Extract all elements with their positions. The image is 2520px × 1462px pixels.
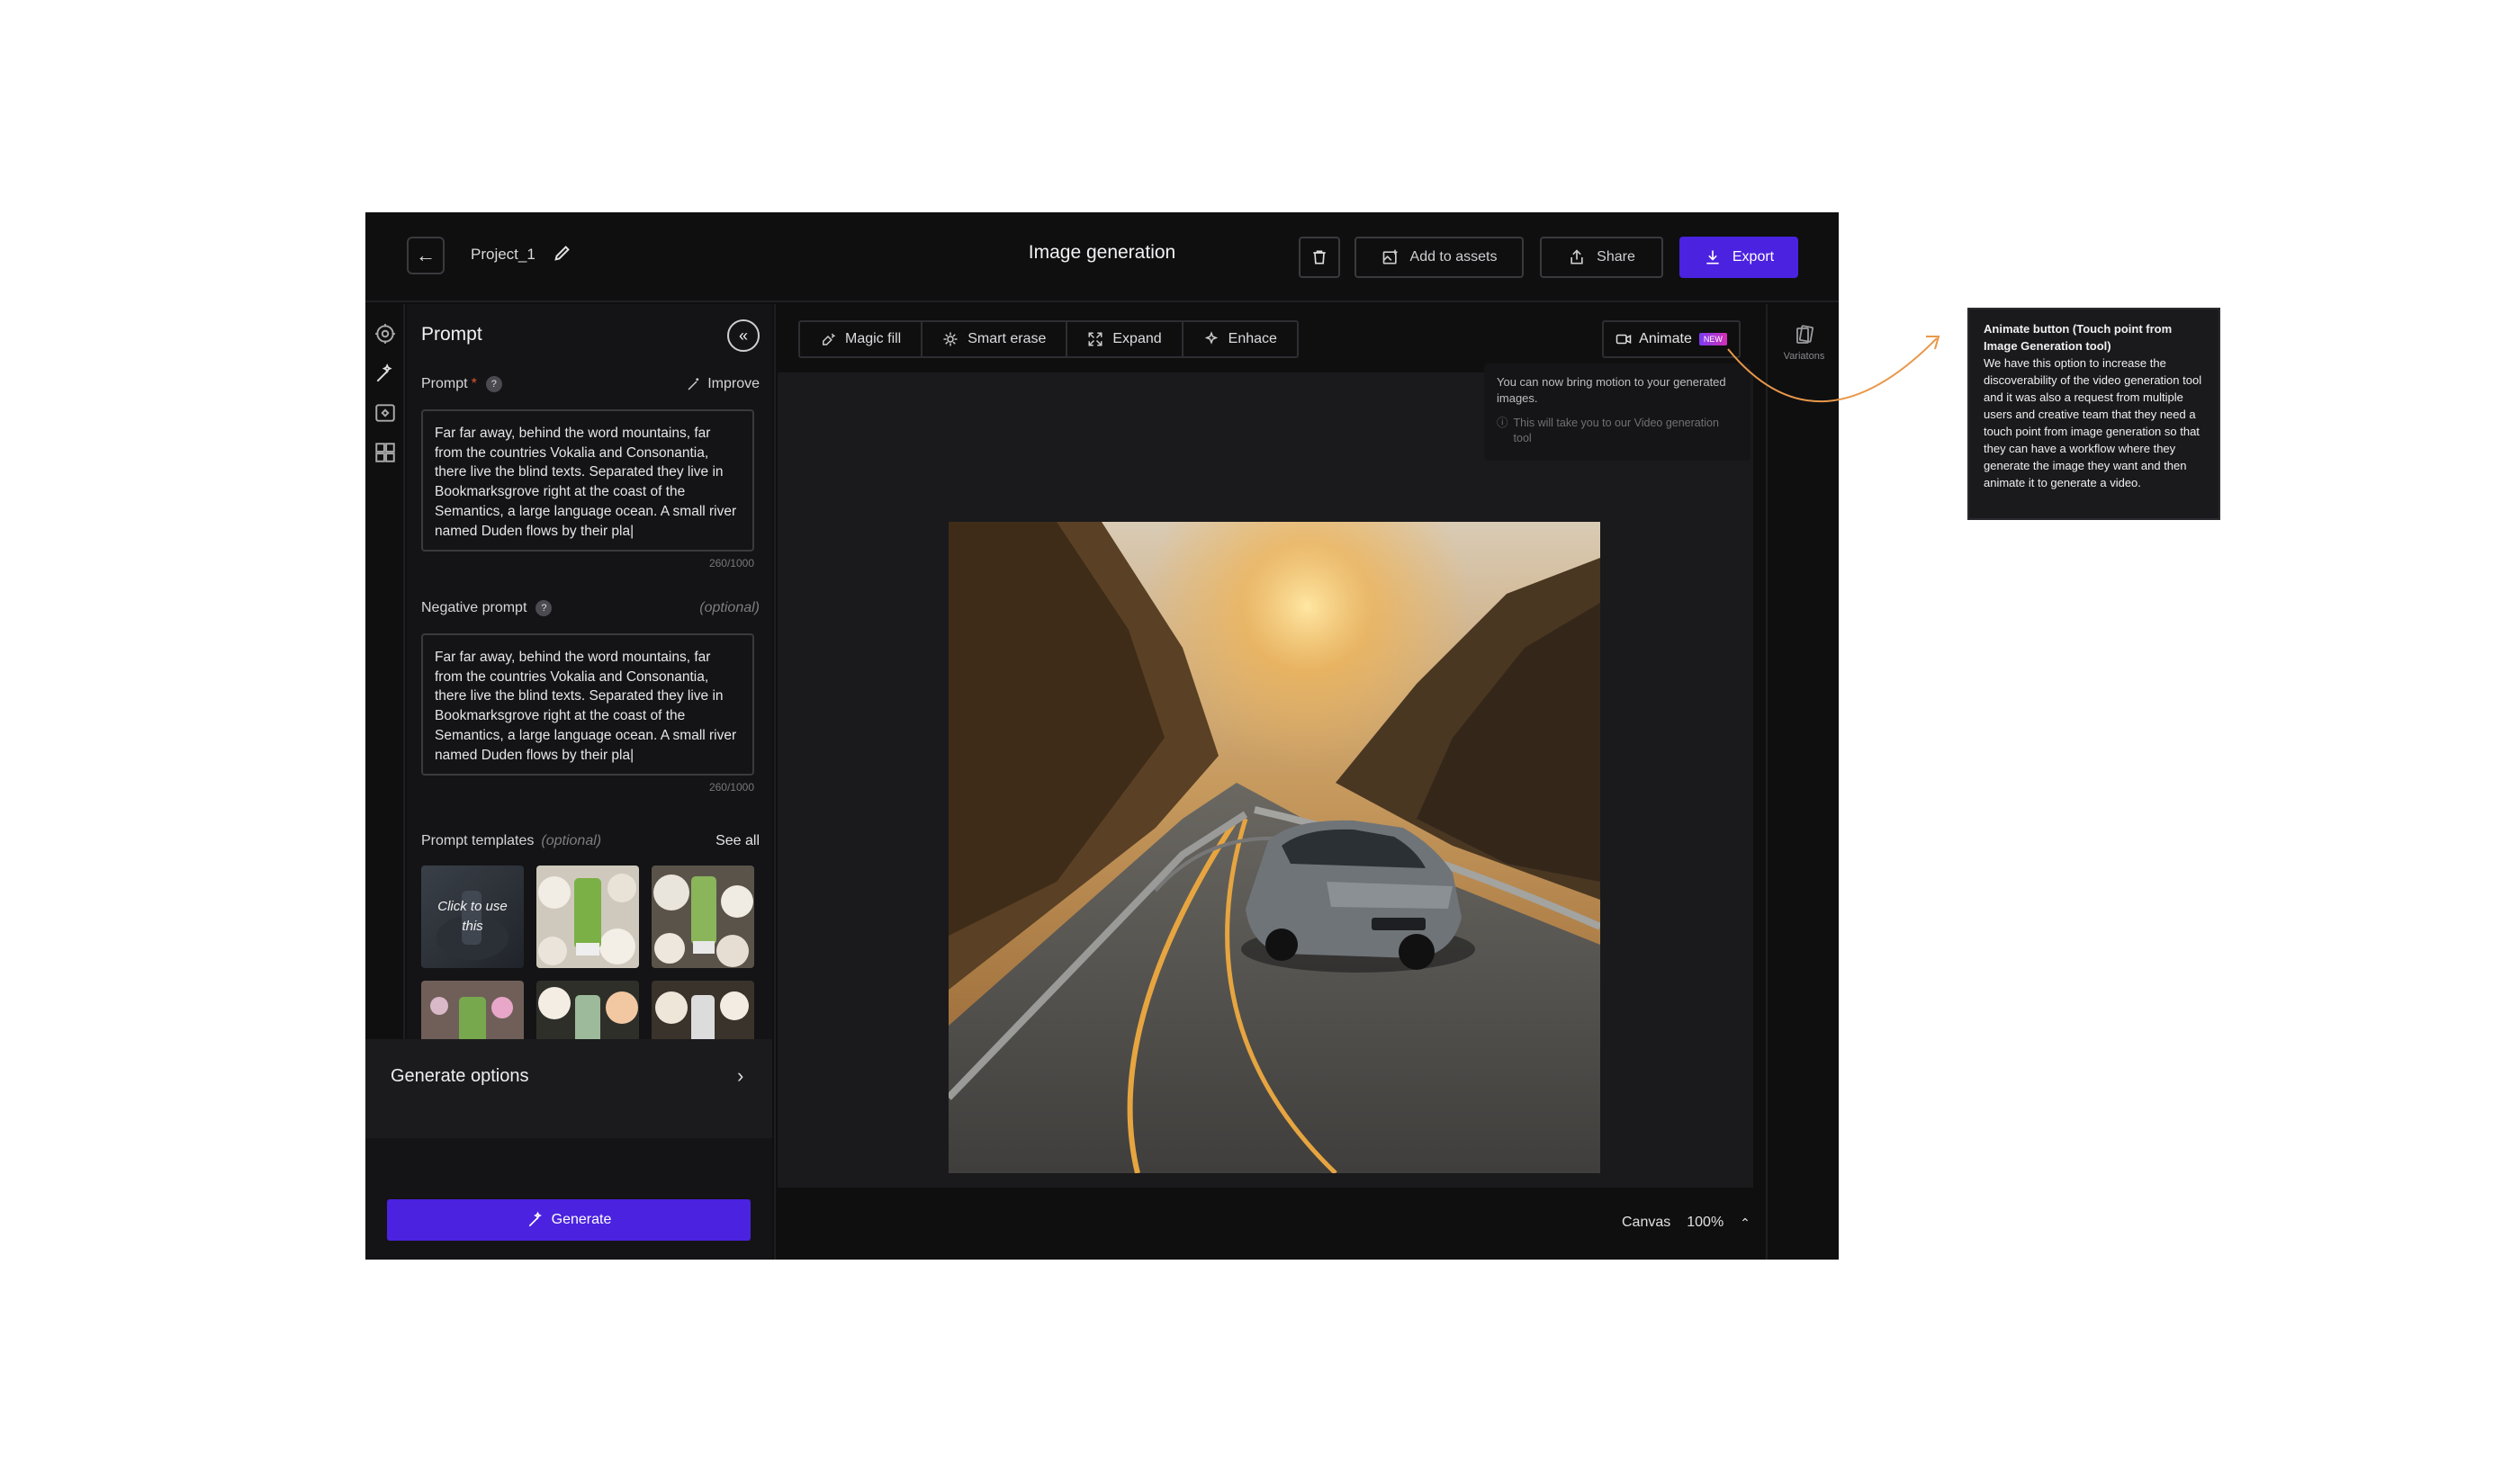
generated-image[interactable] [949, 522, 1600, 1173]
magic-fill-button[interactable]: Magic fill [800, 322, 923, 356]
negative-prompt-char-counter: 260/1000 [708, 781, 754, 794]
image-frame-icon[interactable] [374, 401, 397, 425]
download-icon [1706, 250, 1719, 265]
zoom-control[interactable]: Canvas 100% ⌃ [1622, 1215, 1750, 1231]
project-name[interactable]: Project_1 [471, 246, 536, 264]
prompt-label: Prompt [421, 376, 468, 391]
help-icon[interactable]: ? [536, 600, 553, 616]
settings-icon[interactable] [374, 322, 397, 345]
improve-label: Improve [707, 376, 760, 391]
export-label: Export [1732, 249, 1775, 265]
magic-wand-icon[interactable] [374, 362, 397, 385]
prompt-char-counter: 260/1000 [708, 557, 754, 570]
improve-button[interactable]: Improve [686, 376, 760, 392]
grid-icon[interactable] [374, 441, 397, 464]
enhance-icon [1204, 331, 1218, 345]
share-button[interactable]: Share [1540, 237, 1663, 278]
annotation-arrow [1727, 336, 1940, 402]
canvas-area: Magic fill Smart erase Expand Enhace You… [774, 304, 1753, 1260]
help-icon[interactable]: ? [485, 376, 502, 392]
prompt-label-row: Prompt * ? Improve [421, 376, 760, 392]
collapse-panel-button[interactable]: « [727, 319, 760, 352]
tooltip-sub-row: ⓘ This will take you to our Video genera… [1497, 416, 1738, 446]
share-label: Share [1597, 249, 1635, 265]
smart-erase-icon [943, 332, 958, 346]
canvas-footer: Canvas 100% ⌃ [776, 1188, 1753, 1260]
expand-button[interactable]: Expand [1067, 322, 1184, 356]
templates-optional-label: (optional) [541, 833, 602, 848]
video-icon [1616, 334, 1632, 345]
add-to-assets-button[interactable]: Add to assets [1354, 237, 1524, 278]
enhance-label: Enhace [1228, 331, 1277, 346]
right-rail: Variatons [1766, 304, 1839, 1260]
canvas-label: Canvas [1622, 1215, 1671, 1230]
tooltip-main-text: You can now bring motion to your generat… [1497, 375, 1726, 405]
expand-label: Expand [1112, 331, 1162, 346]
prompt-input[interactable]: Far far away, behind the word mountains,… [421, 409, 754, 552]
app-window: ← Project_1 Image generation Add to asse… [365, 212, 1839, 1260]
magic-wand-icon [528, 1211, 542, 1227]
edit-toolbar: Magic fill Smart erase Expand Enhace [798, 320, 1299, 358]
smart-erase-button[interactable]: Smart erase [922, 322, 1068, 356]
tooltip-sub-text: This will take you to our Video generati… [1513, 417, 1719, 444]
add-image-icon [1382, 249, 1398, 265]
zoom-value: 100% [1687, 1215, 1724, 1230]
smart-erase-label: Smart erase [968, 331, 1047, 346]
generate-button[interactable]: Generate [387, 1199, 751, 1241]
generate-label: Generate [551, 1212, 612, 1227]
negative-prompt-input[interactable]: Far far away, behind the word mountains,… [421, 633, 754, 776]
info-icon: ⓘ [1497, 417, 1508, 429]
export-button[interactable]: Export [1679, 237, 1798, 278]
annotation-body: We have this option to increase the disc… [1984, 356, 2202, 489]
chevron-right-icon: › [737, 1064, 744, 1087]
annotation-note: Animate button (Touch point from Image G… [1967, 308, 2220, 520]
prompt-templates-header: Prompt templates (optional) See all [421, 833, 760, 849]
panel-title: Prompt [421, 324, 482, 345]
template-thumbnail[interactable] [652, 866, 754, 968]
top-bar: ← Project_1 Image generation Add to asse… [365, 212, 1839, 302]
chevron-up-icon: ⌃ [1740, 1215, 1750, 1230]
prompt-panel: Prompt « Prompt * ? Improve Far far away… [407, 304, 772, 1129]
template-thumbnail[interactable] [536, 866, 639, 968]
magic-fill-icon [823, 333, 836, 345]
magic-fill-label: Magic fill [845, 331, 902, 346]
generate-options-label: Generate options [391, 1066, 529, 1086]
expand-icon [1088, 332, 1102, 346]
animate-label: Animate [1639, 331, 1692, 346]
delete-button[interactable] [1299, 237, 1340, 278]
required-mark: * [471, 376, 477, 391]
pencil-icon[interactable] [553, 243, 572, 263]
prompt-templates-label: Prompt templates [421, 833, 535, 848]
canvas-board [778, 372, 1753, 1188]
see-all-link[interactable]: See all [716, 833, 760, 849]
share-icon [1570, 249, 1583, 265]
negative-prompt-label: Negative prompt [421, 600, 527, 615]
optional-label: (optional) [699, 600, 760, 615]
back-button[interactable]: ← [407, 237, 445, 274]
trash-icon [1313, 250, 1326, 265]
negative-prompt-label-row: Negative prompt ? (optional) [421, 600, 760, 616]
generate-options-row[interactable]: Generate options › [365, 1039, 772, 1138]
double-chevron-left-icon: « [738, 326, 748, 345]
add-to-assets-label: Add to assets [1409, 249, 1498, 265]
template-hover-caption: Click to use this [437, 899, 508, 934]
annotation-title: Animate button (Touch point from Image G… [1984, 322, 2173, 353]
back-arrow-icon: ← [416, 244, 436, 266]
template-thumbnail[interactable]: Click to use this [421, 866, 524, 968]
wand-icon [688, 378, 699, 390]
tool-rail [365, 304, 405, 1129]
enhance-button[interactable]: Enhace [1184, 322, 1297, 356]
